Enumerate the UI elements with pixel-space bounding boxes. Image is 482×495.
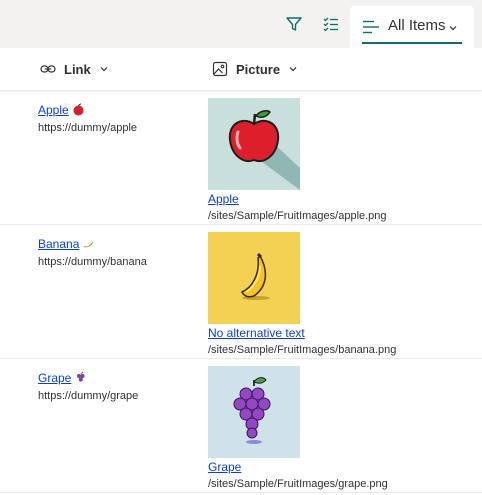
item-title-link[interactable]: Grape: [38, 371, 87, 387]
list-row[interactable]: Grape https://dummy/grape Grape /sites/S…: [0, 359, 482, 493]
item-title-link[interactable]: Apple: [38, 103, 85, 119]
grape-icon: [74, 371, 87, 387]
grape-thumbnail[interactable]: [208, 366, 300, 458]
picture-path: /sites/Sample/FruitImages/apple.png: [208, 210, 387, 222]
banana-icon: [82, 237, 95, 253]
banana-thumbnail[interactable]: [208, 232, 300, 324]
chevron-down-icon: [448, 20, 458, 31]
view-selector-label: All Items: [388, 17, 446, 34]
picture-alt-link[interactable]: Grape: [208, 460, 241, 474]
chevron-down-icon: [99, 64, 109, 74]
item-url: https://dummy/grape: [38, 390, 139, 402]
picture-cell: Apple /sites/Sample/FruitImages/apple.pn…: [208, 98, 478, 223]
view-list-icon: [362, 18, 380, 36]
command-bar: All Items: [0, 0, 482, 48]
column-header-row: Link Picture: [0, 48, 482, 91]
chevron-down-icon: [288, 64, 298, 74]
item-url: https://dummy/apple: [38, 122, 138, 134]
image-icon: [212, 61, 228, 77]
filter-icon[interactable]: [284, 14, 304, 34]
column-header-link[interactable]: Link: [40, 48, 109, 90]
active-view-underline: [362, 42, 462, 44]
link-cell: Grape https://dummy/grape: [38, 369, 198, 403]
list-row[interactable]: Banana https://dummy/banana No alternati…: [0, 225, 482, 359]
apple-thumbnail[interactable]: [208, 98, 300, 190]
column-header-label: Picture: [236, 61, 281, 77]
picture-cell: Grape /sites/Sample/FruitImages/grape.pn…: [208, 366, 478, 491]
picture-alt-link[interactable]: No alternative text: [208, 326, 305, 340]
picture-path: /sites/Sample/FruitImages/banana.png: [208, 344, 397, 356]
apple-icon: [72, 103, 85, 119]
column-header-picture[interactable]: Picture: [212, 48, 298, 90]
link-icon: [40, 61, 56, 77]
view-selector-tab[interactable]: All Items: [350, 6, 474, 48]
picture-cell: No alternative text /sites/Sample/FruitI…: [208, 232, 478, 357]
column-header-label: Link: [64, 61, 91, 77]
link-cell: Banana https://dummy/banana: [38, 235, 198, 269]
list-view: All Items Link Picture Apple https://dum…: [0, 0, 482, 495]
list-row[interactable]: Apple https://dummy/apple Apple /sites/S…: [0, 91, 482, 225]
picture-path: /sites/Sample/FruitImages/grape.png: [208, 478, 388, 490]
edit-view-icon[interactable]: [321, 14, 341, 34]
picture-alt-link[interactable]: Apple: [208, 192, 239, 206]
item-title-link[interactable]: Banana: [38, 237, 95, 253]
link-cell: Apple https://dummy/apple: [38, 101, 198, 135]
item-url: https://dummy/banana: [38, 256, 147, 268]
